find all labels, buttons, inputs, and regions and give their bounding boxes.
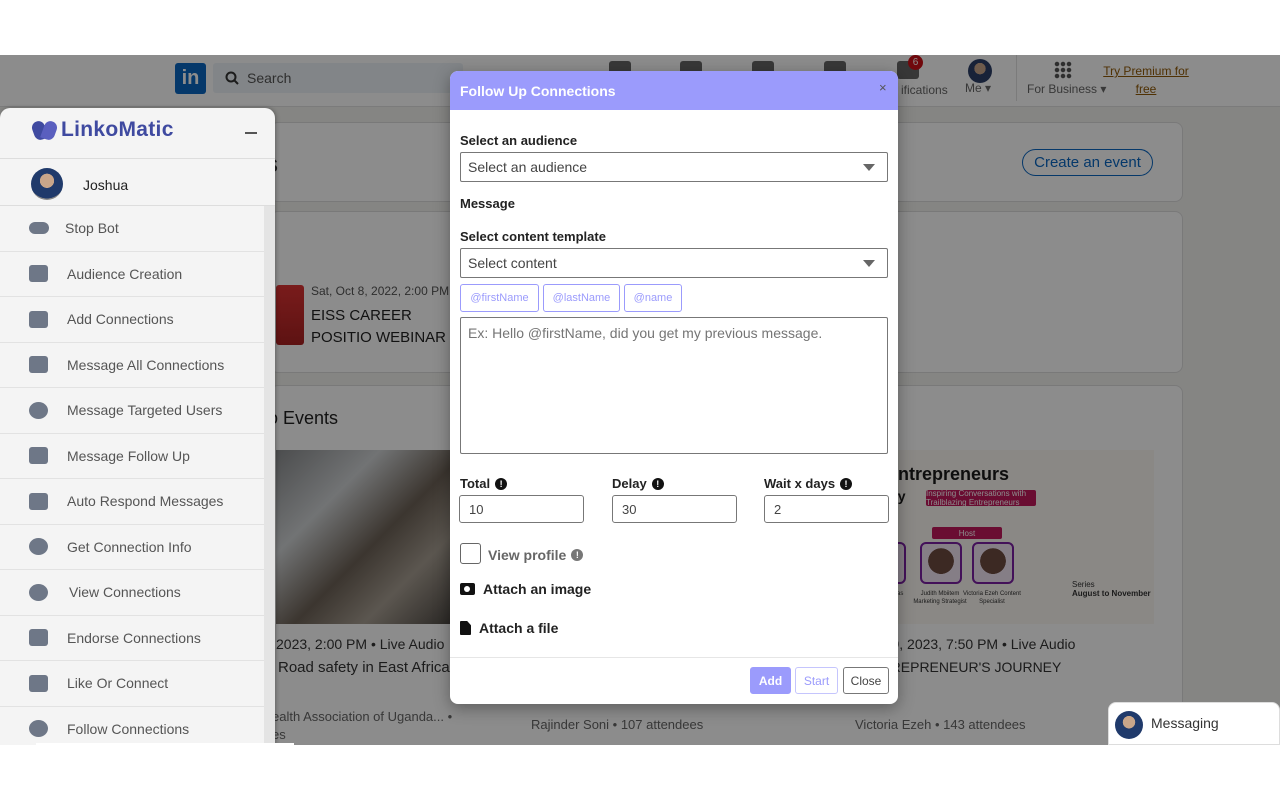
total-label: Total! (460, 476, 508, 491)
start-button[interactable]: Start (795, 667, 838, 694)
sidebar-item-like-or-connect[interactable]: Like Or Connect (0, 661, 264, 707)
attach-file-button[interactable]: Attach a file (460, 620, 558, 636)
target-icon (29, 401, 48, 419)
view-profile-label: View profile! (488, 547, 584, 563)
chip-firstname[interactable]: @firstName (460, 284, 539, 312)
attach-image-button[interactable]: Attach an image (460, 581, 591, 597)
sidebar-item-get-connection-info[interactable]: Get Connection Info (0, 525, 264, 570)
info-icon[interactable]: ! (571, 549, 584, 561)
linkomatic-brand: LinkoMatic (33, 118, 174, 142)
modal-footer-divider (450, 657, 898, 658)
close-button[interactable]: Close (843, 667, 889, 694)
sidebar-item-label: Get Connection Info (67, 538, 192, 555)
sidebar-item-label: Endorse Connections (67, 629, 201, 646)
sidebar-item-view-connections[interactable]: View Connections (0, 570, 264, 616)
template-label: Select content template (460, 229, 606, 244)
sidebar-item-auto-respond[interactable]: Auto Respond Messages (0, 479, 264, 525)
wait-days-input[interactable] (764, 495, 889, 523)
linkomatic-menu: Stop Bot Audience Creation Add Connectio… (0, 206, 264, 745)
user-plus-icon (29, 310, 48, 328)
audience-label: Select an audience (460, 133, 578, 148)
chat-bubbles-icon (29, 447, 48, 465)
chevron-down-icon (863, 260, 875, 267)
minimize-icon[interactable] (245, 132, 257, 134)
follow-up-connections-modal: Follow Up Connections × Select an audien… (450, 71, 898, 704)
eye-icon (29, 583, 48, 601)
sidebar-item-stop-bot[interactable]: Stop Bot (0, 206, 264, 252)
close-icon[interactable]: × (879, 80, 887, 95)
linkomatic-logo-icon (33, 119, 59, 141)
sidebar-item-label: Follow Connections (67, 720, 190, 737)
avatar (31, 168, 63, 200)
wait-label: Wait x days! (764, 476, 853, 491)
template-select[interactable]: Select content (460, 248, 888, 278)
sidebar-item-label: Audience Creation (67, 265, 183, 282)
cloud-download-icon (29, 538, 48, 556)
chip-name[interactable]: @name (624, 284, 682, 312)
browser-viewport: in Search ifications 6 Me ▾ For Business… (0, 55, 1280, 745)
messaging-widget[interactable]: Messaging (1108, 702, 1280, 745)
sidebar-item-audience-creation[interactable]: Audience Creation (0, 252, 264, 297)
sidebar-item-label: Message All Connections (67, 356, 225, 373)
attach-image-label: Attach an image (483, 581, 592, 597)
template-select-value: Select content (468, 255, 557, 271)
sidebar-item-label: Like Or Connect (67, 675, 169, 692)
chevron-down-icon (863, 164, 875, 171)
audience-select[interactable]: Select an audience (460, 152, 888, 182)
paper-plane-icon (29, 356, 48, 374)
info-icon[interactable]: ! (651, 477, 664, 490)
toggle-icon (29, 222, 49, 235)
info-icon[interactable]: ! (495, 477, 508, 490)
sidebar-item-label: Stop Bot (65, 220, 119, 237)
delay-input[interactable] (612, 495, 737, 523)
sidebar-item-label: Add Connections (67, 311, 174, 328)
view-profile-checkbox[interactable] (460, 543, 481, 564)
sidebar-item-endorse-connections[interactable]: Endorse Connections (0, 616, 264, 661)
user-circle-icon (29, 720, 48, 738)
user-name: Joshua (83, 177, 129, 193)
linkomatic-user: Joshua (0, 158, 275, 206)
thumbs-up-icon (29, 674, 48, 692)
linkomatic-sidebar: LinkoMatic Joshua Stop Bot Audience Crea… (0, 108, 275, 745)
message-label: Message (460, 196, 515, 211)
sidebar-item-message-all[interactable]: Message All Connections (0, 343, 264, 388)
sidebar-item-follow-connections[interactable]: Follow Connections (0, 707, 264, 746)
avatar (1115, 711, 1143, 739)
sidebar-item-add-connections[interactable]: Add Connections (0, 297, 264, 343)
linkomatic-brand-text: LinkoMatic (61, 118, 174, 141)
chip-lastname[interactable]: @lastName (543, 284, 620, 312)
megaphone-icon (29, 265, 48, 283)
reply-icon (29, 492, 48, 510)
modal-header: Follow Up Connections × (450, 71, 898, 110)
sidebar-item-label: Message Follow Up (67, 447, 190, 464)
modal-title: Follow Up Connections (460, 83, 616, 99)
audience-select-value: Select an audience (468, 159, 588, 175)
camera-icon (460, 583, 475, 595)
handshake-icon (29, 629, 48, 647)
sidebar-item-label: Auto Respond Messages (67, 493, 224, 510)
info-icon[interactable]: ! (840, 477, 853, 490)
attach-file-label: Attach a file (479, 620, 559, 636)
total-input[interactable] (459, 495, 584, 523)
add-button[interactable]: Add (750, 667, 791, 694)
sidebar-item-message-targeted[interactable]: Message Targeted Users (0, 388, 264, 434)
sidebar-item-label: View Connections (69, 584, 181, 601)
sidebar-scrollbar[interactable] (264, 206, 275, 745)
file-icon (460, 621, 471, 635)
delay-label: Delay! (612, 476, 664, 491)
message-textarea[interactable] (460, 317, 888, 454)
sidebar-footer-bar (36, 743, 294, 745)
sidebar-item-label: Message Targeted Users (67, 402, 223, 419)
sidebar-item-message-follow-up[interactable]: Message Follow Up (0, 434, 264, 479)
messaging-label: Messaging (1151, 715, 1219, 731)
